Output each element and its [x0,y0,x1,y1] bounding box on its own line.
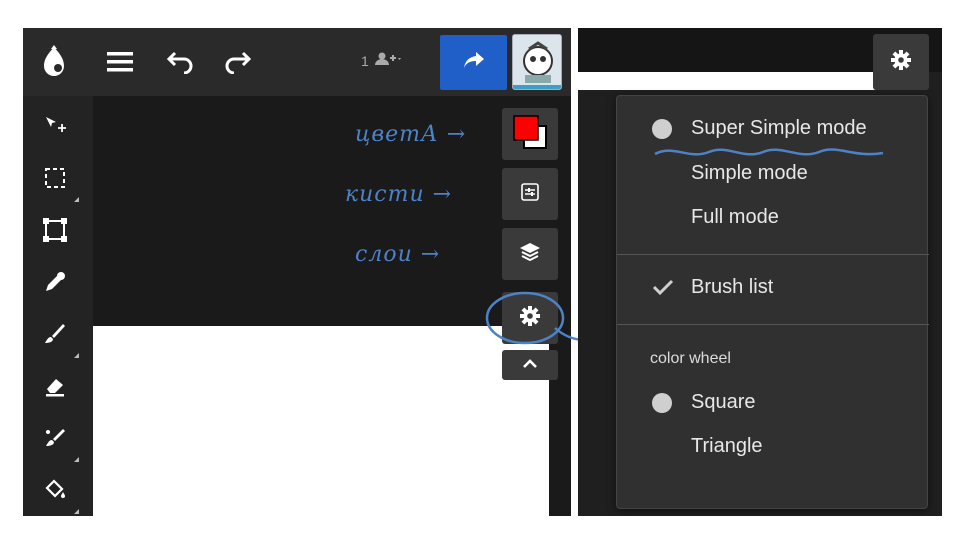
select-tool[interactable] [35,160,79,202]
menu-item-full-mode[interactable]: Full mode [691,206,779,229]
radio-selected-icon [652,119,672,139]
undo-icon[interactable] [163,45,197,79]
menu-item-brush-list[interactable]: Brush list [691,276,773,299]
layers-button[interactable] [502,228,558,280]
menu-divider [617,324,929,325]
smudge-tool[interactable] [35,420,79,462]
gear-icon [890,49,912,76]
menu-item-super-simple-mode[interactable]: Super Simple mode [691,117,867,140]
users-count: 1 [361,52,369,69]
fill-icon [43,478,67,507]
menu-item-triangle[interactable]: Triangle [691,435,763,458]
add-user-icon [374,52,403,69]
avatar[interactable] [512,34,562,90]
fill-tool[interactable] [35,472,79,514]
online-users[interactable]: 1 [361,52,403,69]
canvas-strip [578,72,920,90]
eraser-tool[interactable] [35,368,75,408]
move-tool[interactable] [35,108,75,148]
color-button[interactable] [502,108,558,160]
chevron-up-icon [522,356,538,374]
share-icon [463,51,485,74]
brush-icon [43,322,67,351]
annotation-layers: слои → [355,242,441,267]
brush-settings-icon [520,182,540,207]
menu-item-square[interactable]: Square [691,391,756,414]
annotation-brushes: кисти → [345,182,453,207]
color-wheel-header: color wheel [650,350,731,367]
brush-tool[interactable] [35,316,79,358]
checkmark-icon [652,278,674,301]
brush-settings-button[interactable] [502,168,558,220]
editor-view: 1 цветА → кисти → слои → [23,28,571,516]
eraser-icon [43,374,67,403]
eyedropper-tool[interactable] [35,264,75,304]
color-swatch-icon [510,112,550,157]
screenshot-composite: 1 цветА → кисти → слои → Super Simple mo… [0,0,967,544]
layers-icon [519,241,541,268]
transform-icon [42,217,68,248]
transform-tool[interactable] [35,212,75,252]
top-bar: 1 [23,28,571,96]
app-logo-icon[interactable] [37,45,71,79]
settings-view: Super Simple mode Simple mode Full mode … [578,28,942,516]
tool-sidebar [23,96,93,516]
annotation-colors: цветА → [355,122,467,147]
redo-icon[interactable] [221,45,255,79]
share-button[interactable] [440,35,507,90]
annotation-underline [654,148,884,156]
smudge-icon [43,426,67,455]
move-icon [43,114,67,143]
select-icon [43,166,67,195]
collapse-button[interactable] [502,350,558,380]
menu-icon[interactable] [103,45,137,79]
menu-item-simple-mode[interactable]: Simple mode [691,162,808,185]
menu-divider [617,254,929,255]
settings-button-active[interactable] [873,34,929,90]
eyedropper-icon [43,270,67,299]
drawing-canvas[interactable] [93,326,549,516]
settings-menu: Super Simple mode Simple mode Full mode … [616,95,929,509]
radio-selected-icon [652,393,672,413]
